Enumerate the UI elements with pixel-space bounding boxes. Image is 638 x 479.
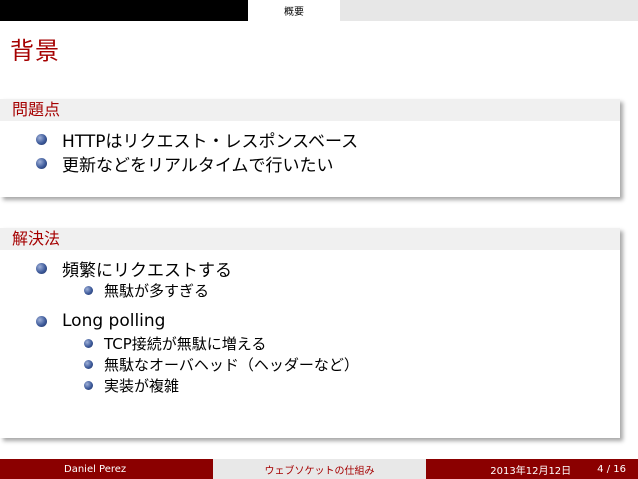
bullet-icon bbox=[36, 262, 47, 274]
sub-list-item-text: 無駄なオーバヘッド（ヘッダーなど） bbox=[104, 356, 359, 374]
footer-bar: Daniel Perez ウェブソケットの仕組み 2013年12月12日 4 /… bbox=[0, 459, 638, 479]
sub-list-item-text: 実装が複雑 bbox=[104, 377, 180, 395]
footer-date: 2013年12月12日 bbox=[490, 465, 572, 477]
footer-talk-title: ウェブソケットの仕組み bbox=[213, 459, 426, 479]
sub-list-item: TCP接続が無駄に増える bbox=[84, 333, 620, 354]
header-navigation-bar: 概要 bbox=[0, 0, 638, 21]
solution-block: 解決法 頻繁にリクエストする 無駄が多すぎる Long polling TCP接… bbox=[0, 228, 620, 438]
bullet-icon bbox=[36, 315, 47, 327]
header-right-bar bbox=[340, 0, 638, 21]
list-item: 頻繁にリクエストする bbox=[36, 256, 620, 281]
bullet-icon bbox=[84, 339, 93, 348]
problem-block: 問題点 HTTPはリクエスト・レスポンスベース 更新などをリアルタイムで行いたい bbox=[0, 99, 620, 197]
sub-list-item: 実装が複雑 bbox=[84, 375, 620, 396]
list-item-text: Long polling bbox=[62, 311, 166, 331]
list-item: HTTPはリクエスト・レスポンスベース bbox=[36, 127, 620, 152]
footer-info: 2013年12月12日 4 / 16 bbox=[426, 459, 638, 479]
list-item: 更新などをリアルタイムで行いたい bbox=[36, 151, 620, 176]
footer-page-number: 4 / 16 bbox=[597, 463, 626, 475]
problem-block-title: 問題点 bbox=[0, 99, 620, 121]
sub-list-item: 無駄が多すぎる bbox=[84, 280, 620, 301]
list-item-text: 頻繁にリクエストする bbox=[62, 260, 232, 281]
list-item-text: HTTPはリクエスト・レスポンスベース bbox=[62, 131, 359, 152]
sub-list-item-text: 無駄が多すぎる bbox=[104, 282, 210, 300]
header-section-label[interactable]: 概要 bbox=[248, 0, 340, 21]
solution-block-title: 解決法 bbox=[0, 228, 620, 250]
sub-list-item-text: TCP接続が無駄に増える bbox=[104, 335, 267, 353]
bullet-icon bbox=[36, 133, 47, 145]
bullet-icon bbox=[36, 157, 47, 169]
list-item-text: 更新などをリアルタイムで行いたい bbox=[62, 155, 334, 176]
solution-block-body: 頻繁にリクエストする 無駄が多すぎる Long polling TCP接続が無駄… bbox=[0, 250, 620, 404]
bullet-icon bbox=[84, 286, 93, 295]
sub-list-item: 無駄なオーバヘッド（ヘッダーなど） bbox=[84, 354, 620, 375]
bullet-icon bbox=[84, 381, 93, 390]
bullet-icon bbox=[84, 360, 93, 369]
footer-author: Daniel Perez bbox=[0, 459, 213, 479]
header-left-bar bbox=[0, 0, 248, 21]
problem-block-body: HTTPはリクエスト・レスポンスベース 更新などをリアルタイムで行いたい bbox=[0, 121, 620, 183]
list-item: Long polling bbox=[36, 309, 620, 333]
frame-title: 背景 bbox=[10, 37, 60, 65]
